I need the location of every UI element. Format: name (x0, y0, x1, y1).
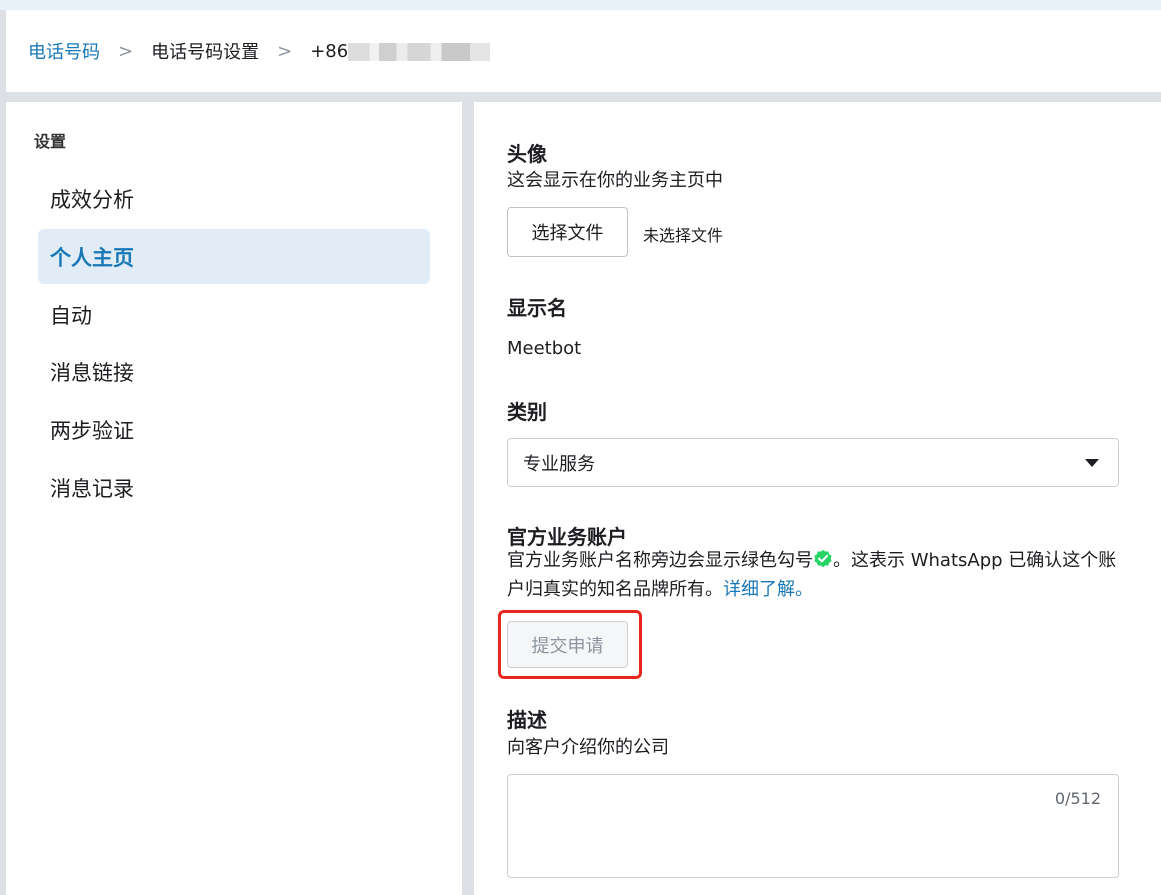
chevron-right-icon: > (277, 40, 293, 62)
category-selected-value: 专业服务 (523, 453, 595, 475)
learn-more-link[interactable]: 详细了解。 (723, 579, 813, 600)
chevron-right-icon: > (118, 40, 134, 62)
phone-prefix: +86 (310, 40, 349, 62)
sidebar-item-label: 两步验证 (50, 418, 134, 443)
sidebar-item-label: 个人主页 (50, 245, 134, 270)
profile-panel: 头像 这会显示在你的业务主页中 选择文件 未选择文件 显示名 Meetbot 类… (474, 102, 1161, 895)
sidebar-item-label: 成效分析 (50, 187, 134, 212)
display-name-heading: 显示名 (507, 296, 567, 320)
display-name-value: Meetbot (507, 338, 582, 359)
breadcrumb-phone-settings[interactable]: 电话号码设置 (151, 38, 259, 64)
description-subtitle: 向客户介绍你的公司 (507, 737, 669, 758)
sidebar-title: 设置 (34, 132, 67, 151)
category-select[interactable]: 专业服务 (507, 438, 1119, 487)
caret-down-icon (1085, 459, 1099, 467)
sidebar-item-two-step-verification[interactable]: 两步验证 (38, 402, 430, 457)
sidebar-item-message-history[interactable]: 消息记录 (38, 460, 430, 515)
sidebar-item-label: 自动 (50, 303, 92, 328)
sidebar-item-insights[interactable]: 成效分析 (38, 171, 430, 226)
official-account-text-1: 官方业务账户名称旁边会显示绿色勾号 (507, 550, 813, 571)
sidebar-item-message-links[interactable]: 消息链接 (38, 344, 430, 399)
window-top-strip (0, 0, 1161, 10)
redacted-number (348, 42, 491, 61)
description-heading: 描述 (507, 708, 547, 732)
sidebar-item-label: 消息记录 (50, 476, 134, 501)
settings-sidebar: 设置 成效分析 个人主页 自动 消息链接 两步验证 消息记录 (6, 102, 462, 895)
breadcrumb-phone-number: +86 (310, 40, 491, 62)
submit-application-button[interactable]: 提交申请 (507, 621, 628, 668)
avatar-heading: 头像 (507, 142, 547, 166)
avatar-description: 这会显示在你的业务主页中 (507, 170, 723, 191)
character-counter: 0/512 (1054, 789, 1101, 808)
description-textarea[interactable]: 0/512 (507, 774, 1119, 878)
official-account-description: 官方业务账户名称旁边会显示绿色勾号 。这表示 WhatsApp 已确认这个账户归真… (507, 546, 1119, 604)
choose-file-button[interactable]: 选择文件 (507, 207, 628, 257)
verified-check-icon (814, 549, 832, 568)
sidebar-item-profile[interactable]: 个人主页 (38, 229, 430, 284)
category-heading: 类别 (507, 400, 547, 424)
sidebar-item-automation[interactable]: 自动 (38, 287, 430, 342)
breadcrumb-phone-numbers[interactable]: 电话号码 (28, 38, 100, 64)
breadcrumb: 电话号码 > 电话号码设置 > +86 (6, 10, 1161, 92)
file-status: 未选择文件 (643, 226, 724, 245)
sidebar-item-label: 消息链接 (50, 360, 134, 385)
